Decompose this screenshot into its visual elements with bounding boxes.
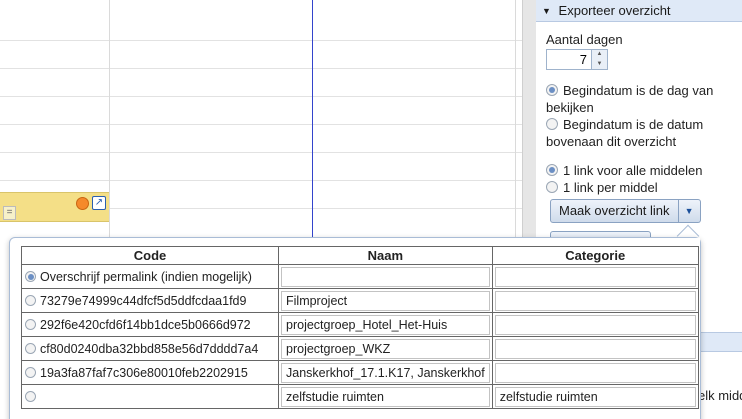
radio-icon[interactable] xyxy=(25,318,36,330)
radio-icon[interactable] xyxy=(546,84,558,96)
start-date-options: Begindatum is de dag van bekijken Begind… xyxy=(546,82,734,150)
column-header-code: Code xyxy=(21,246,279,265)
category-cell: zelfstudie ruimten xyxy=(491,384,699,409)
radio-icon[interactable] xyxy=(25,342,36,354)
category-cell xyxy=(491,312,699,337)
name-cell: projectgroep_WKZ xyxy=(278,336,493,361)
table-row: 19a3fa87faf7c306e80010feb2202915 Jansker… xyxy=(21,360,699,385)
name-input[interactable]: projectgroep_Hotel_Het-Huis xyxy=(281,314,490,335)
link-option-all[interactable]: 1 link voor alle middelen xyxy=(546,162,734,179)
code-text: 73279e74999c44dfcf5d5ddfcdaa1fd9 xyxy=(40,293,247,308)
grid-line xyxy=(0,68,522,69)
code-cell[interactable]: Overschrijf permalink (indien mogelijk) xyxy=(21,264,279,289)
name-cell: zelfstudie ruimten xyxy=(278,384,493,409)
category-input[interactable] xyxy=(494,290,696,311)
radio-icon[interactable] xyxy=(25,366,36,378)
column-header-name: Naam xyxy=(278,246,493,265)
table-row: 292f6e420cfd6f14bb1dce5b0666d972 project… xyxy=(21,312,699,337)
code-cell[interactable]: 19a3fa87faf7c306e80010feb2202915 xyxy=(21,360,279,385)
days-label: Aantal dagen xyxy=(546,32,623,47)
resize-handle-icon[interactable]: = xyxy=(3,206,16,220)
radio-icon[interactable] xyxy=(25,390,36,402)
panel-title: Exporteer overzicht xyxy=(558,3,671,18)
category-input[interactable] xyxy=(494,362,696,383)
name-input[interactable]: Janskerkhof_17.1.K17, Janskerkhof xyxy=(281,362,490,383)
category-input[interactable]: zelfstudie ruimten xyxy=(494,386,696,407)
grid-line xyxy=(0,40,522,41)
radio-icon[interactable] xyxy=(25,270,36,282)
calendar-event[interactable]: ↗ xyxy=(0,192,109,222)
name-input[interactable] xyxy=(281,266,490,287)
radio-icon[interactable] xyxy=(546,118,558,130)
link-option-all-label: 1 link voor alle middelen xyxy=(563,163,703,178)
spin-down-icon[interactable]: ▼ xyxy=(592,59,607,69)
popout-icon[interactable]: ↗ xyxy=(92,196,106,210)
make-overview-link-button[interactable]: Maak overzicht link xyxy=(550,199,679,223)
table-row: cf80d0240dba32bbd858e56d7dddd7a4 project… xyxy=(21,336,699,361)
name-cell: projectgroep_Hotel_Het-Huis xyxy=(278,312,493,337)
start-option-top-date[interactable]: Begindatum is de datum bovenaan dit over… xyxy=(546,116,734,150)
start-option-today[interactable]: Begindatum is de dag van bekijken xyxy=(546,82,734,116)
days-spinner: ▲ ▼ xyxy=(546,49,608,70)
category-input[interactable] xyxy=(494,338,696,359)
code-text: cf80d0240dba32bbd858e56d7dddd7a4 xyxy=(40,341,259,356)
start-option-top-date-label: Begindatum is de datum bovenaan dit over… xyxy=(546,117,704,149)
name-cell: Janskerkhof_17.1.K17, Janskerkhof xyxy=(278,360,493,385)
name-input[interactable]: zelfstudie ruimten xyxy=(281,386,490,407)
code-cell[interactable]: 73279e74999c44dfcf5d5ddfcdaa1fd9 xyxy=(21,288,279,313)
name-cell: Filmproject xyxy=(278,288,493,313)
table-header-row: Code Naam Categorie xyxy=(21,246,699,265)
orange-dot-icon xyxy=(76,197,89,210)
category-cell xyxy=(491,288,699,313)
panel-clipped-text: elk midd xyxy=(698,388,742,403)
spin-up-icon[interactable]: ▲ xyxy=(592,50,607,60)
code-text: Overschrijf permalink (indien mogelijk) xyxy=(40,269,252,284)
grid-line xyxy=(0,124,522,125)
code-cell[interactable]: 292f6e420cfd6f14bb1dce5b0666d972 xyxy=(21,312,279,337)
code-text: 19a3fa87faf7c306e80010feb2202915 xyxy=(40,365,248,380)
panel-header[interactable]: ▼ Exporteer overzicht xyxy=(536,0,742,22)
code-cell[interactable] xyxy=(21,384,279,409)
category-cell xyxy=(491,264,699,289)
link-option-per-resource[interactable]: 1 link per middel xyxy=(546,179,734,196)
radio-icon[interactable] xyxy=(546,181,558,193)
grid-line xyxy=(0,96,522,97)
table-row: 73279e74999c44dfcf5d5ddfcdaa1fd9 Filmpro… xyxy=(21,288,699,313)
name-input[interactable]: projectgroep_WKZ xyxy=(281,338,490,359)
triangle-down-icon: ▼ xyxy=(542,6,551,16)
name-input[interactable]: Filmproject xyxy=(281,290,490,311)
grid-line xyxy=(0,180,522,181)
table-row: zelfstudie ruimten zelfstudie ruimten xyxy=(21,384,699,409)
code-text: 292f6e420cfd6f14bb1dce5b0666d972 xyxy=(40,317,251,332)
start-option-today-label: Begindatum is de dag van bekijken xyxy=(546,83,714,115)
chevron-down-icon[interactable]: ▼ xyxy=(678,199,701,223)
category-input[interactable] xyxy=(494,266,696,287)
link-table: Code Naam Categorie Overschrijf permalin… xyxy=(21,246,699,409)
link-options: 1 link voor alle middelen 1 link per mid… xyxy=(546,162,734,196)
category-cell xyxy=(491,360,699,385)
days-input[interactable] xyxy=(547,50,591,69)
link-option-per-resource-label: 1 link per middel xyxy=(563,180,658,195)
radio-icon[interactable] xyxy=(25,294,36,306)
category-cell xyxy=(491,336,699,361)
grid-line xyxy=(0,152,522,153)
code-cell[interactable]: cf80d0240dba32bbd858e56d7dddd7a4 xyxy=(21,336,279,361)
name-cell xyxy=(278,264,493,289)
make-link-split-button: Maak overzicht link ▼ xyxy=(550,199,742,223)
column-header-category: Categorie xyxy=(491,246,699,265)
radio-icon[interactable] xyxy=(546,164,558,176)
table-row: Overschrijf permalink (indien mogelijk) xyxy=(21,264,699,289)
category-input[interactable] xyxy=(494,314,696,335)
